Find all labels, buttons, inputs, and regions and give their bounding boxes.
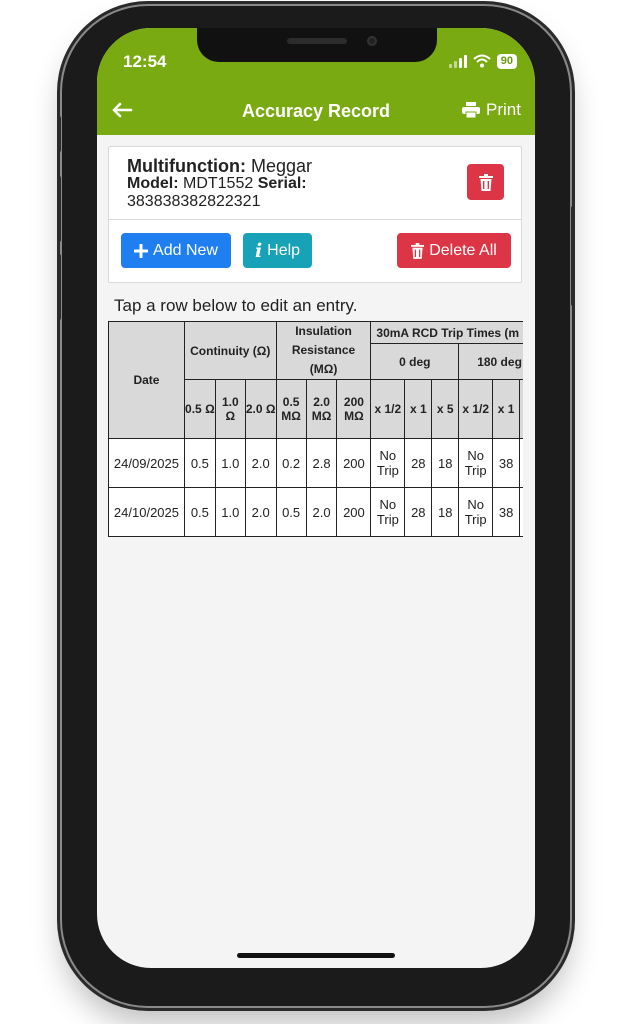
status-icons: 90 bbox=[448, 52, 517, 70]
instrument-info: Multifunction: Meggar Model: MDT1552 Ser… bbox=[127, 157, 447, 211]
table-cell: 1.0 bbox=[214, 487, 246, 537]
table-cell-empty bbox=[519, 487, 523, 537]
table-cell: 18 bbox=[431, 487, 460, 537]
table-cell: 28 bbox=[404, 487, 433, 537]
sub-header: x 1 bbox=[492, 379, 521, 439]
records-table: Date Continuity (Ω) Insulation Resistanc… bbox=[108, 321, 523, 537]
table-cell: No Trip bbox=[370, 487, 406, 537]
serial-label: Serial: bbox=[257, 175, 307, 192]
power-button bbox=[571, 206, 575, 306]
app-header: 12:54 90 Accuracy Record Print bbox=[97, 28, 535, 135]
add-new-button[interactable]: Add New bbox=[121, 233, 231, 268]
info-icon: i bbox=[254, 239, 263, 262]
serial-value: 383838382822321 bbox=[127, 193, 261, 210]
delete-instrument-button[interactable] bbox=[467, 164, 504, 200]
records-table-scroll[interactable]: Date Continuity (Ω) Insulation Resistanc… bbox=[108, 321, 523, 551]
print-button[interactable]: Print bbox=[462, 100, 521, 120]
print-label: Print bbox=[486, 100, 521, 119]
table-cell: No Trip bbox=[370, 438, 406, 488]
screen: 12:54 90 Accuracy Record Print Multifunc… bbox=[97, 28, 535, 968]
delete-all-label: Delete All bbox=[429, 241, 497, 259]
camera bbox=[367, 36, 377, 46]
table-cell: 2.0 bbox=[244, 438, 277, 488]
table-cell: 38 bbox=[492, 438, 521, 488]
table-cell: 1.0 bbox=[214, 438, 246, 488]
sub-header: x 1 bbox=[404, 379, 433, 439]
plus-icon bbox=[134, 243, 149, 258]
sub-header: 0.5 MΩ bbox=[275, 379, 307, 439]
card-divider bbox=[109, 219, 521, 220]
sub-header: 0.5 Ω bbox=[183, 379, 216, 439]
sub-header: x 5 bbox=[431, 379, 460, 439]
table-cell: 28 bbox=[404, 438, 433, 488]
instrument-card: Multifunction: Meggar Model: MDT1552 Ser… bbox=[108, 146, 522, 283]
help-label: Help bbox=[267, 241, 301, 259]
insulation-header: Insulation Resistance (MΩ) bbox=[275, 321, 372, 380]
signal-icon bbox=[448, 54, 467, 68]
continuity-header: Continuity (Ω) bbox=[183, 321, 277, 380]
sub-header: x 1/2 bbox=[458, 379, 494, 439]
deg180-header: 180 deg bbox=[458, 343, 523, 380]
help-button[interactable]: i Help bbox=[243, 233, 312, 268]
volume-up-button bbox=[57, 176, 61, 242]
sub-header: x 1/2 bbox=[370, 379, 406, 439]
home-indicator bbox=[237, 953, 395, 958]
sub-header: 2.0 MΩ bbox=[305, 379, 338, 439]
table-cell: 2.0 bbox=[244, 487, 277, 537]
table-cell: 0.5 bbox=[183, 487, 216, 537]
table-cell-empty bbox=[519, 438, 523, 488]
sub-header: 200 MΩ bbox=[336, 379, 372, 439]
volume-down-button bbox=[57, 254, 61, 320]
table-cell: 2.0 bbox=[305, 487, 338, 537]
delete-all-button[interactable]: Delete All bbox=[397, 233, 511, 268]
model-value: MDT1552 bbox=[183, 175, 254, 192]
table-row[interactable]: 24/10/2025 0.5 1.0 2.0 0.5 2.0 200 No Tr… bbox=[108, 487, 523, 537]
table-cell: No Trip bbox=[458, 438, 494, 488]
table-cell: 38 bbox=[492, 487, 521, 537]
cell-date: 24/10/2025 bbox=[108, 487, 185, 537]
cell-date: 24/09/2025 bbox=[108, 438, 185, 488]
table-cell: 0.5 bbox=[275, 487, 307, 537]
sub-header: 1.0 Ω bbox=[214, 379, 246, 439]
sub-header-empty bbox=[519, 379, 523, 439]
mute-switch bbox=[57, 116, 61, 152]
trash-icon bbox=[478, 173, 493, 191]
table-cell: 200 bbox=[336, 438, 372, 488]
battery-icon: 90 bbox=[496, 53, 517, 69]
model-label: Model: bbox=[127, 175, 179, 192]
wifi-icon bbox=[473, 54, 491, 68]
rcd-header: 30mA RCD Trip Times (m bbox=[370, 321, 523, 344]
table-cell: 0.5 bbox=[183, 438, 216, 488]
multifunction-label: Multifunction: bbox=[127, 156, 246, 176]
trash-icon bbox=[411, 242, 425, 259]
sub-header: 2.0 Ω bbox=[244, 379, 277, 439]
table-cell: 2.8 bbox=[305, 438, 338, 488]
printer-icon bbox=[462, 102, 481, 118]
table-cell: 18 bbox=[431, 438, 460, 488]
status-time: 12:54 bbox=[123, 52, 167, 71]
notch bbox=[197, 28, 437, 62]
speaker bbox=[287, 38, 347, 44]
add-new-label: Add New bbox=[153, 241, 218, 259]
multifunction-value: Meggar bbox=[250, 156, 313, 176]
table-cell: 0.2 bbox=[275, 438, 307, 488]
table-cell: 200 bbox=[336, 487, 372, 537]
date-header: Date bbox=[108, 321, 185, 439]
table-cell: No Trip bbox=[458, 487, 494, 537]
edit-hint: Tap a row below to edit an entry. bbox=[114, 296, 358, 315]
table-row[interactable]: 24/09/2025 0.5 1.0 2.0 0.2 2.8 200 No Tr… bbox=[108, 438, 523, 488]
deg0-header: 0 deg bbox=[370, 343, 460, 380]
